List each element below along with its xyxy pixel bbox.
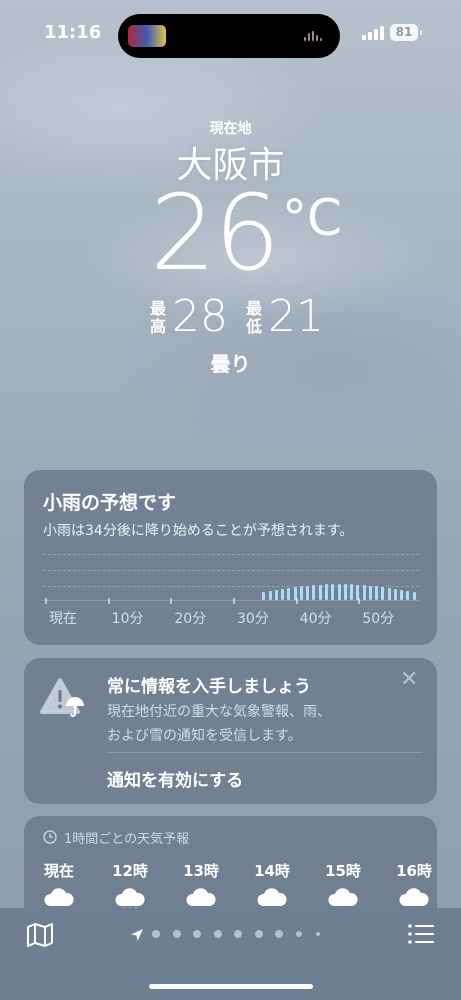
chart-tick-label: 10分 (111, 611, 144, 627)
chart-tick-mark (295, 598, 298, 604)
rain-bar (312, 585, 316, 600)
enable-notifications-button[interactable]: 通知を有効にする (107, 766, 243, 791)
hour-label: 現在 (43, 862, 74, 880)
chart-tick-mark (107, 598, 110, 604)
page-dot[interactable] (295, 931, 302, 937)
hour-label: 16時 (396, 862, 432, 880)
clock-icon (43, 830, 57, 844)
hour-label: 12時 (112, 862, 148, 880)
rain-bar (362, 585, 366, 600)
rain-bar (406, 590, 410, 600)
hourly-title: 1時間ごとの天気予報 (64, 832, 190, 847)
high-low: 最高 28 最低 21 (0, 292, 461, 346)
rain-bar (287, 588, 291, 600)
page-dot[interactable] (316, 932, 320, 936)
divider (107, 752, 422, 753)
notification-body: 現在地付近の重大な気象警報、雨、 および雪の通知を受信します。 (107, 700, 407, 748)
chart-tick-mark (170, 598, 173, 604)
rain-bar (268, 590, 272, 600)
high-label: 最高 (150, 299, 167, 336)
chart-tick-label: 現在 (49, 611, 77, 627)
notification-title: 常に情報を入手しましょう (107, 677, 311, 697)
chart-tick-mark (233, 598, 235, 604)
rain-bar (262, 592, 266, 600)
high-temperature: 28 (172, 291, 228, 342)
location-arrow-icon[interactable] (130, 928, 144, 942)
rain-bar (393, 588, 397, 600)
rain-bar (337, 584, 341, 600)
page-dot[interactable] (275, 930, 283, 938)
location-label: 現在地 (209, 121, 252, 137)
notification-body-line: および雪の通知を受信します。 (107, 728, 302, 744)
rain-bar (343, 584, 347, 600)
page-dot[interactable] (254, 930, 263, 938)
rain-bar (306, 585, 310, 600)
rain-bar (350, 584, 354, 600)
page-dot[interactable] (193, 930, 201, 938)
dynamic-island[interactable] (118, 14, 340, 58)
status-time: 11:16 (44, 22, 102, 43)
rain-bar (274, 589, 278, 600)
rain-bar (400, 589, 404, 600)
notification-card: 常に情報を入手しましょう 現在地付近の重大な気象警報、雨、 および雪の通知を受信… (24, 658, 437, 804)
page-dot[interactable] (172, 930, 181, 938)
audio-waveform-icon (304, 29, 326, 43)
page-dot[interactable] (234, 930, 242, 938)
rain-bar (368, 585, 372, 600)
rain-bar (387, 588, 391, 600)
hour-label: 15時 (325, 862, 361, 880)
rain-bar (281, 588, 285, 600)
map-icon[interactable] (26, 922, 54, 948)
home-indicator[interactable] (149, 984, 313, 989)
hour-label: 14時 (254, 862, 290, 880)
chart-tick-label: 50分 (362, 611, 395, 627)
bottom-toolbar (0, 908, 461, 1000)
list-icon[interactable] (407, 922, 435, 946)
rain-bar (375, 586, 379, 600)
notification-body-line: 現在地付近の重大な気象警報、雨、 (107, 704, 331, 720)
chart-tick-label: 40分 (299, 611, 332, 627)
chart-tick-label: 20分 (174, 611, 207, 627)
status-bar: 11:16 81 (0, 0, 461, 70)
low-label: 最低 (246, 299, 263, 336)
close-icon[interactable]: ✕ (400, 668, 418, 692)
chart-tick-mark (358, 598, 361, 604)
now-playing-thumbnail (128, 25, 166, 47)
temperature-unit: °C (282, 189, 342, 247)
rain-bar (381, 587, 385, 600)
rain-bar (412, 592, 416, 600)
hour-label: 13時 (183, 862, 219, 880)
page-dot[interactable] (152, 930, 160, 938)
condition: 曇り (210, 352, 251, 376)
cellular-signal-icon (362, 26, 384, 40)
low-temperature: 21 (268, 291, 324, 342)
page-dot[interactable] (213, 930, 222, 938)
battery-icon: 81 (390, 24, 422, 41)
chart-tick-label: 30分 (237, 611, 269, 627)
rain-bar (299, 586, 303, 600)
current-temperature: 26 (150, 172, 280, 294)
weather-alert-icon (40, 678, 84, 717)
rain-bar (331, 584, 335, 600)
precipitation-card[interactable]: 小雨の予想です 小雨は34分後に降り始めることが予想されます。 現在 10分 20分… (24, 470, 437, 645)
rain-bar (318, 584, 322, 600)
chart-tick-mark (45, 598, 47, 604)
rain-bar (325, 584, 328, 600)
